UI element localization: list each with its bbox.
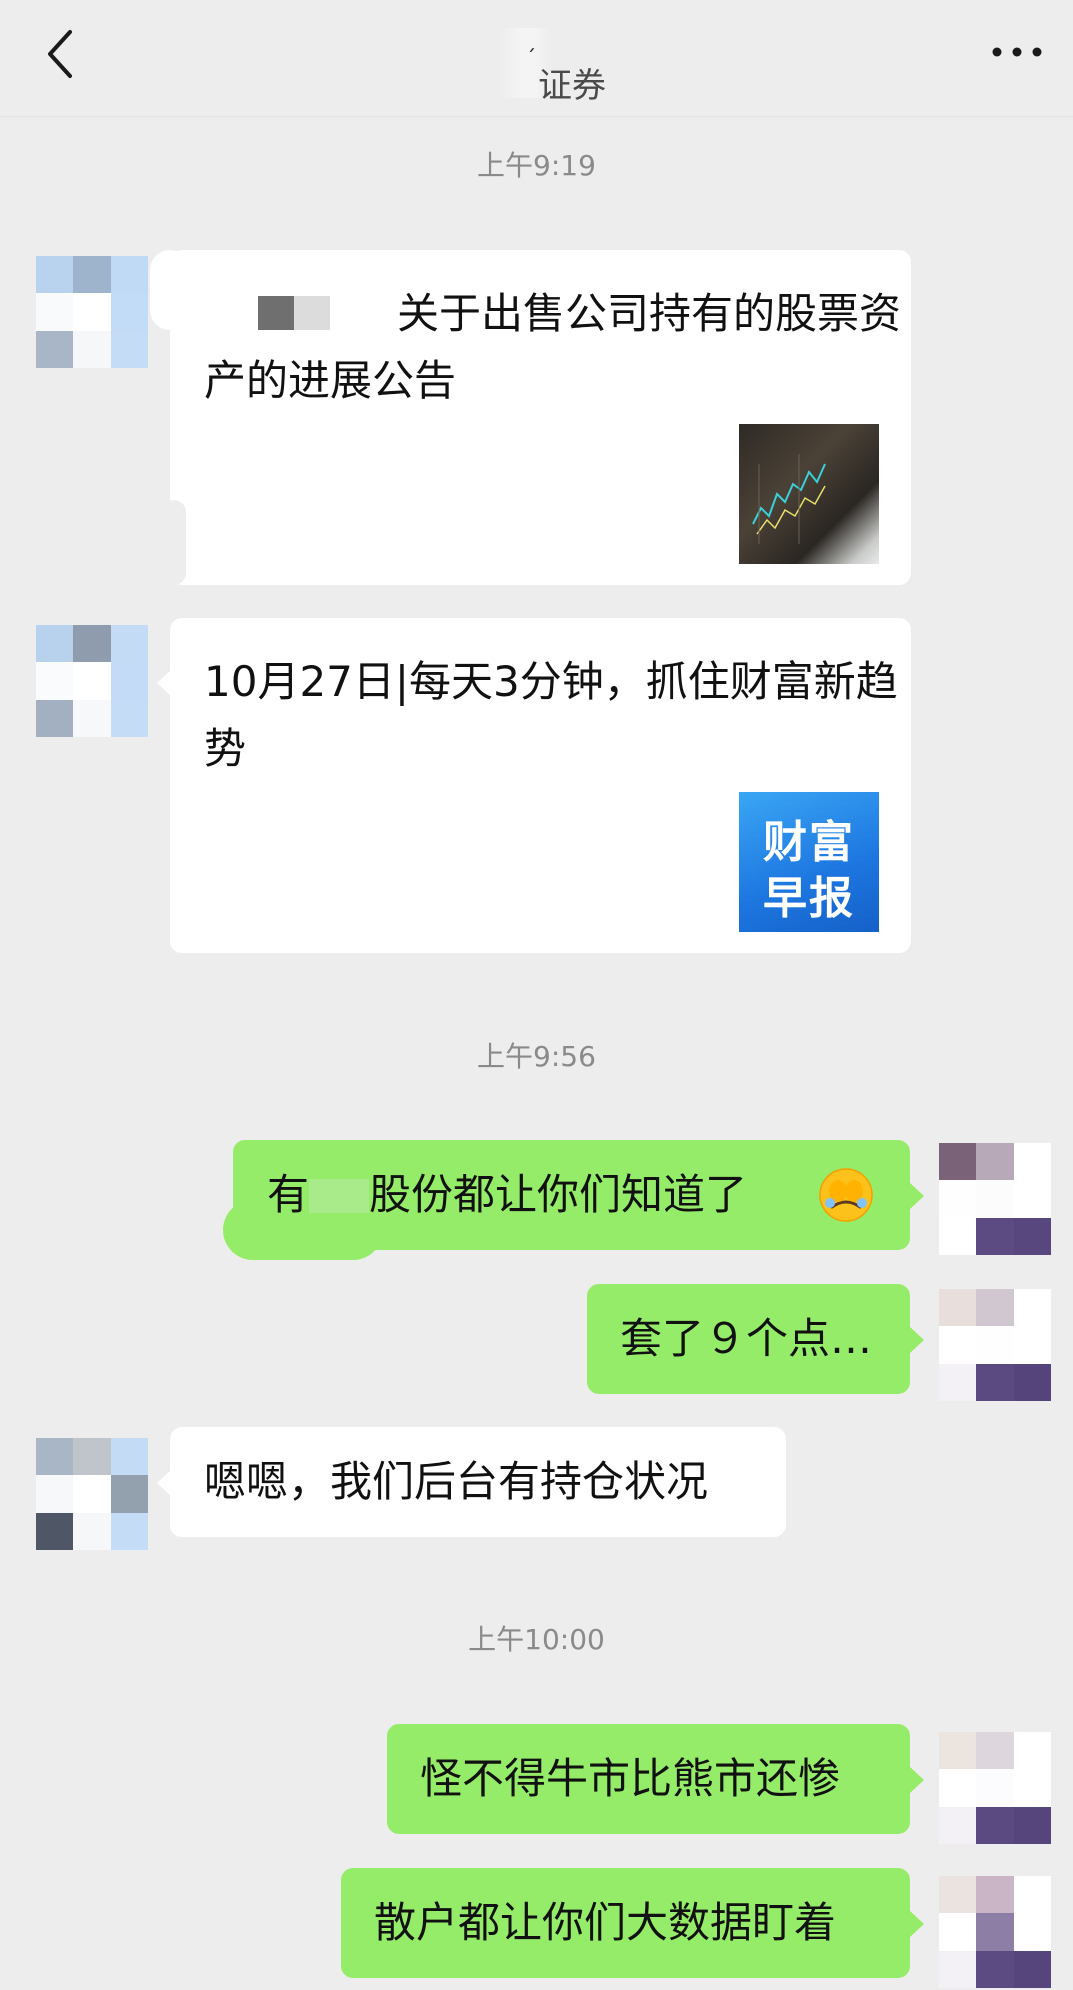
message-text: 股份都让你们知道了 xyxy=(369,1170,748,1219)
more-dots-icon[interactable] xyxy=(989,30,1045,74)
timestamp: 上午9:19 xyxy=(477,149,596,182)
redacted-block xyxy=(309,1179,370,1213)
thumbnail-text: 早报 xyxy=(763,873,855,924)
avatar[interactable] xyxy=(939,1732,1051,1844)
stock-chart-thumbnail xyxy=(739,424,879,564)
avatar[interactable] xyxy=(36,256,148,368)
link-card-title: 关于出售公司持有的股票资产的进展公告 xyxy=(204,289,902,405)
avatar[interactable] xyxy=(939,1143,1051,1255)
message-text: 怪不得牛市比熊市还惨 xyxy=(420,1754,841,1803)
text-message[interactable]: 散户都让你们大数据盯着 xyxy=(341,1868,910,1978)
thumbnail-text: 财富 xyxy=(763,817,855,868)
bubble-tail xyxy=(157,1470,171,1496)
link-card-title: 10月27日|每天3分钟，抓住财富新趋势 xyxy=(204,657,898,773)
title-fragment: ˏ xyxy=(526,28,536,52)
message-text: 有 xyxy=(267,1170,310,1219)
bubble-tail xyxy=(157,302,171,328)
text-message[interactable]: 套了９个点… xyxy=(587,1284,910,1394)
face-with-hand-over-eyes-emoji xyxy=(819,1168,873,1222)
bubble-tail xyxy=(910,1327,924,1353)
chevron-left-icon[interactable] xyxy=(40,26,80,82)
link-card-message[interactable]: 关于出售公司持有的股票资产的进展公告 xyxy=(150,250,911,585)
bubble-tail xyxy=(910,1911,924,1937)
bubble-tail xyxy=(157,670,171,696)
text-message[interactable]: 嗯嗯，我们后台有持仓状况 xyxy=(170,1427,786,1537)
message-text: 套了９个点… xyxy=(620,1314,873,1363)
timestamp: 上午9:56 xyxy=(477,1040,596,1073)
chat-header: ˏ 证券 xyxy=(0,0,1073,117)
bubble-tail xyxy=(910,1183,924,1209)
text-message[interactable]: 怪不得牛市比熊市还惨 xyxy=(387,1724,910,1834)
avatar[interactable] xyxy=(36,1438,148,1550)
avatar[interactable] xyxy=(939,1289,1051,1401)
message-text: 散户都让你们大数据盯着 xyxy=(374,1898,837,1947)
link-card-message[interactable]: 10月27日|每天3分钟，抓住财富新趋势 财富 早报 xyxy=(170,618,911,953)
chart-image-icon xyxy=(752,454,826,544)
text-message[interactable]: 有 股份都让你们知道了 xyxy=(223,1140,910,1260)
avatar[interactable] xyxy=(939,1876,1051,1988)
timestamp: 上午10:00 xyxy=(468,1623,605,1656)
avatar[interactable] xyxy=(36,625,148,737)
wealth-report-thumbnail: 财富 早报 xyxy=(739,792,879,932)
chat-title: 证券 xyxy=(538,66,606,106)
message-text: 嗯嗯，我们后台有持仓状况 xyxy=(204,1457,709,1506)
bubble-tail xyxy=(910,1767,924,1793)
